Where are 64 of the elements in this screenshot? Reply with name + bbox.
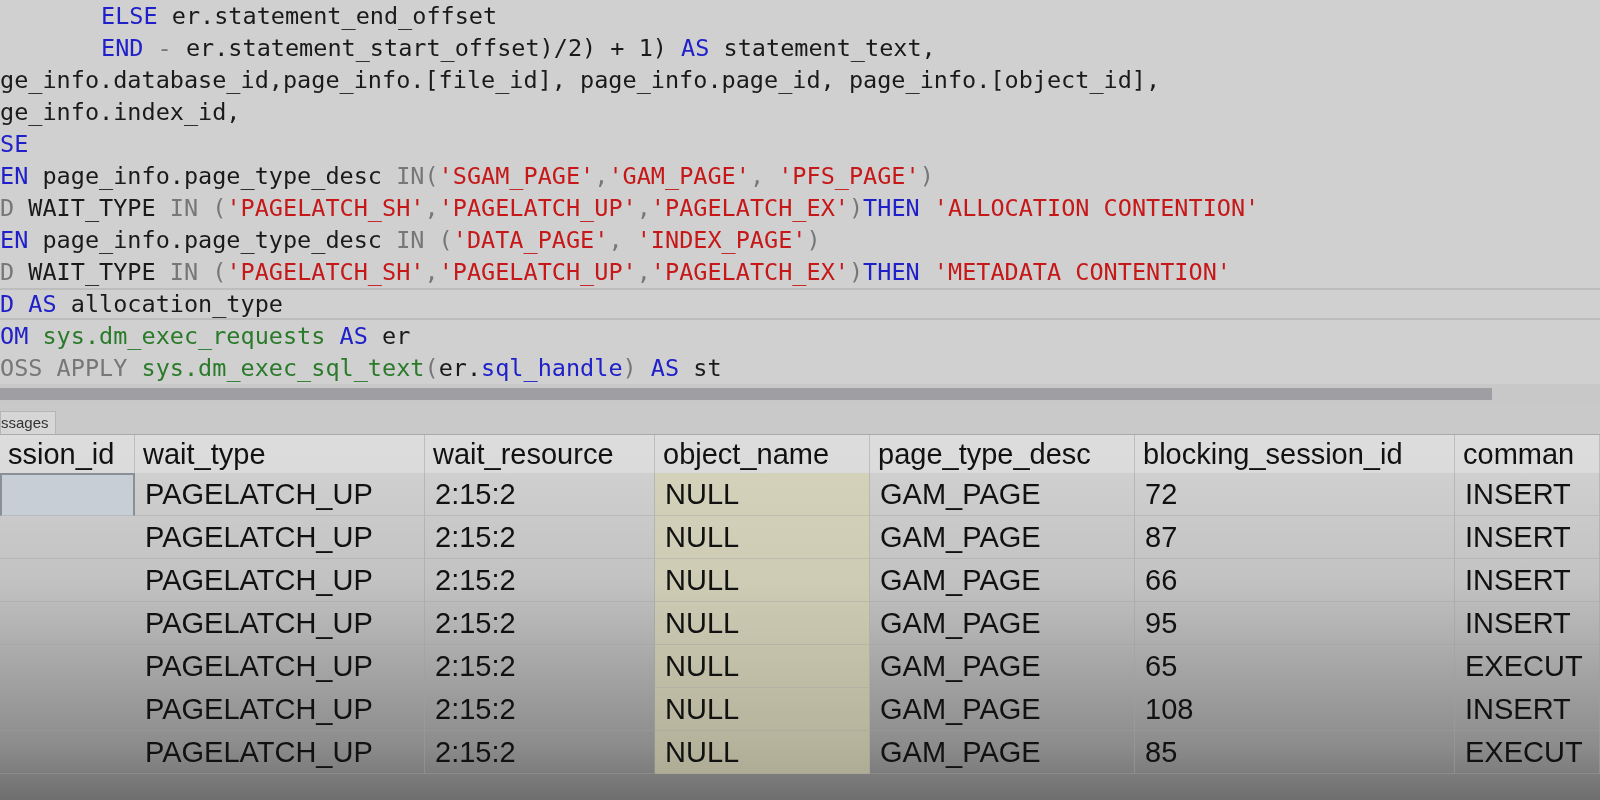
column-header[interactable]: blocking_session_id [1135,435,1455,473]
column-header[interactable]: object_name [655,435,870,473]
table-cell: NULL [655,645,870,688]
table-cell: PAGELATCH_UP [135,602,425,645]
table-cell: PAGELATCH_UP [135,516,425,559]
table-cell: INSERT [1455,559,1600,602]
table-cell: PAGELATCH_UP [135,731,425,774]
code-line: ELSE er.statement_end_offset [100,1,499,32]
code-line: END - er.statement_start_offset)/2) + 1) AS statement_text, [100,33,937,64]
table-cell: 2:15:2 [425,688,655,731]
table-cell: GAM_PAGE [870,559,1135,602]
table-cell: PAGELATCH_UP [135,559,425,602]
table-cell: GAM_PAGE [870,602,1135,645]
messages-tab[interactable]: ssages [0,411,56,434]
code-line: EN page_info.page_type_desc IN('SGAM_PAGE','GAM_PAGE', 'PFS_PAGE') [0,161,935,192]
table-cell: NULL [655,559,870,602]
code-line: ge_info.database_id,page_info.[file_id], page_info.page_id, page_info.[object_id], [0,65,1162,96]
code-line: OM sys.dm_exec_requests AS er [0,321,412,352]
table-cell: EXECUT [1455,645,1600,688]
table-cell: 2:15:2 [425,731,655,774]
column-header[interactable]: wait_resource [425,435,655,473]
table-cell: NULL [655,602,870,645]
table-cell: 2:15:2 [425,516,655,559]
table-cell: NULL [655,731,870,774]
table-cell: INSERT [1455,602,1600,645]
table-cell: INSERT [1455,688,1600,731]
table-cell: 2:15:2 [425,602,655,645]
column-header[interactable]: ssion_id [0,435,135,473]
table-cell: 95 [1135,602,1455,645]
table-cell: GAM_PAGE [870,516,1135,559]
table-cell: 72 [1135,473,1455,516]
table-cell: 65 [1135,645,1455,688]
table-cell: 87 [1135,516,1455,559]
code-line: D WAIT_TYPE IN ('PAGELATCH_SH','PAGELATCH_UP','PAGELATCH_EX')THEN 'ALLOCATION CONTENTION' [0,193,1261,224]
scrollbar-thumb[interactable] [0,388,1492,400]
table-cell: PAGELATCH_UP [135,473,425,516]
table-cell: PAGELATCH_UP [135,645,425,688]
column-header[interactable]: wait_type [135,435,425,473]
table-cell: PAGELATCH_UP [135,688,425,731]
table-cell: NULL [655,473,870,516]
column-header[interactable]: comman [1455,435,1600,473]
table-cell: EXECUT [1455,731,1600,774]
table-cell: 108 [1135,688,1455,731]
table-cell: 85 [1135,731,1455,774]
code-line: ge_info.index_id, [0,97,242,128]
table-cell: GAM_PAGE [870,645,1135,688]
code-line: OSS APPLY sys.dm_exec_sql_text(er.sql_handle) AS st [0,353,723,384]
table-cell: GAM_PAGE [870,473,1135,516]
table-cell: GAM_PAGE [870,688,1135,731]
selected-cell[interactable] [0,473,135,516]
table-cell: 2:15:2 [425,559,655,602]
code-line: D WAIT_TYPE IN ('PAGELATCH_SH','PAGELATCH_UP','PAGELATCH_EX')THEN 'METADATA CONTENTION' [0,257,1232,288]
table-cell: INSERT [1455,473,1600,516]
table-cell: GAM_PAGE [870,731,1135,774]
code-line: SE [0,129,30,160]
table-cell: 2:15:2 [425,473,655,516]
code-line: D AS allocation_type [0,288,1600,320]
column-header[interactable]: page_type_desc [870,435,1135,473]
code-line: EN page_info.page_type_desc IN ('DATA_PAGE', 'INDEX_PAGE') [0,225,822,256]
table-cell: NULL [655,516,870,559]
table-cell: INSERT [1455,516,1600,559]
table-cell: 2:15:2 [425,645,655,688]
table-cell: 66 [1135,559,1455,602]
table-cell: NULL [655,688,870,731]
